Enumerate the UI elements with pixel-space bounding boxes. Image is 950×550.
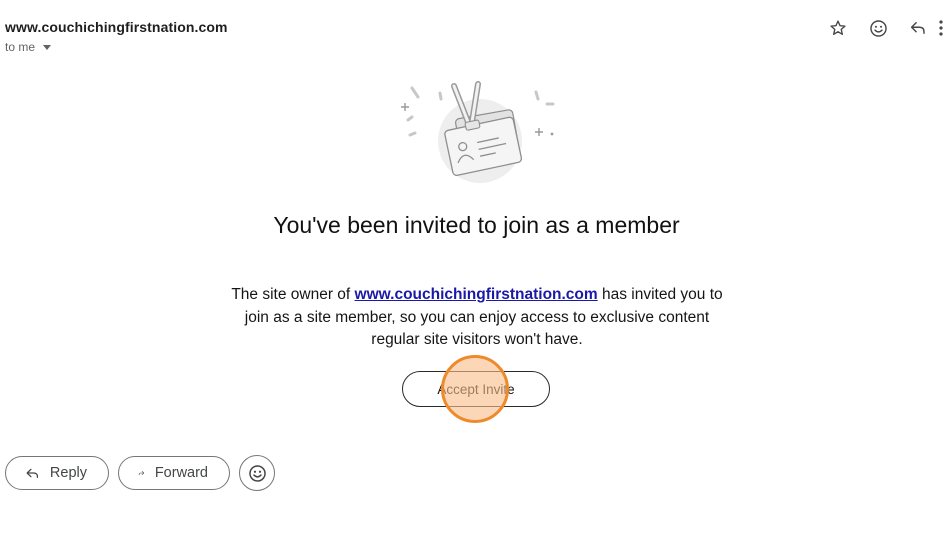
invite-headline: You've been invited to join as a member: [273, 212, 680, 238]
invite-message: The site owner of www.couchichingfirstna…: [227, 284, 727, 352]
accept-invite-button[interactable]: Accept Invite: [402, 371, 550, 407]
sender-address: www.couchichingfirstnation.com: [5, 19, 228, 35]
recipient-details-toggle[interactable]: to me: [5, 40, 52, 54]
more-options-button[interactable]: [938, 14, 950, 42]
forward-label: Forward: [154, 465, 208, 481]
more-options-icon: [939, 20, 943, 36]
add-reaction-bottom-button[interactable]: [239, 455, 275, 491]
message-actions: Reply Forward: [5, 455, 275, 491]
recipient-label: to me: [5, 40, 36, 54]
star-icon: [830, 20, 846, 35]
reply-icon: [910, 22, 925, 34]
emoji-reaction-icon: [248, 464, 266, 482]
emoji-reaction-icon: [869, 19, 887, 37]
header-actions: [818, 14, 950, 42]
reply-button[interactable]: Reply: [5, 456, 109, 490]
reply-label: Reply: [49, 465, 87, 481]
reply-top-button[interactable]: [898, 14, 938, 42]
member-badge-illustration: [401, 81, 555, 183]
site-link[interactable]: www.couchichingfirstnation.com: [355, 286, 598, 303]
reply-icon: [26, 468, 39, 478]
chevron-down-icon: [43, 45, 52, 50]
invite-message-prefix: The site owner of: [231, 286, 355, 303]
email-view: www.couchichingfirstnation.com to me You…: [0, 0, 950, 550]
forward-icon: [138, 471, 145, 476]
star-button[interactable]: [818, 14, 858, 42]
forward-button[interactable]: Forward: [118, 456, 230, 490]
add-reaction-button[interactable]: [858, 14, 898, 42]
